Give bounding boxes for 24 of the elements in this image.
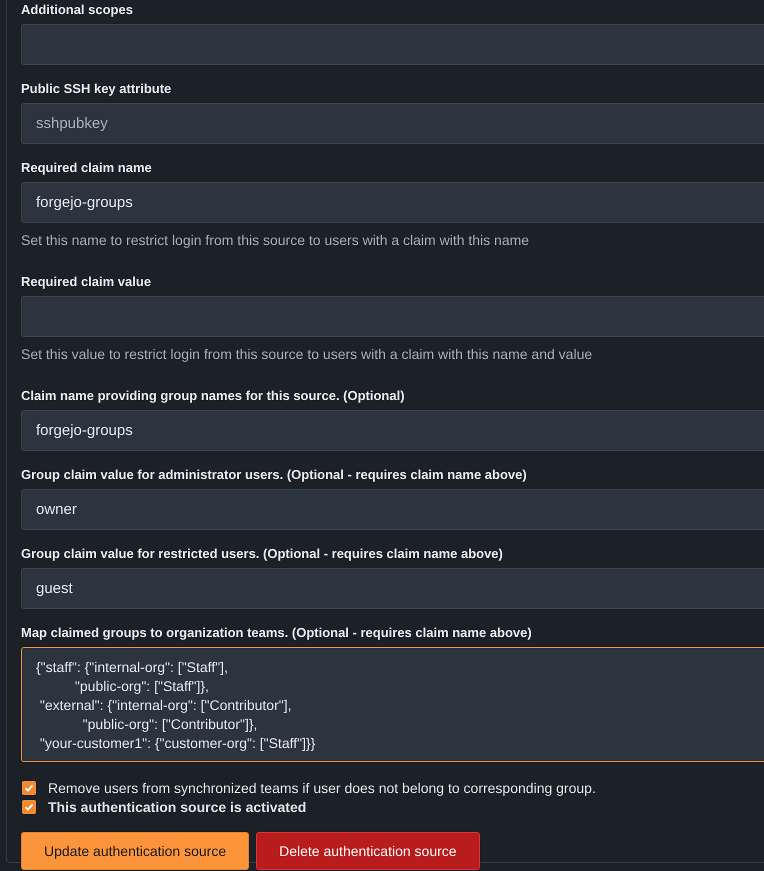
- checkbox[interactable]: [22, 800, 36, 814]
- field-label: Required claim name: [21, 160, 153, 176]
- delete-button[interactable]: Delete authentication source: [256, 832, 480, 870]
- field-label: Public SSH key attribute: [21, 81, 172, 97]
- text-input-field[interactable]: forgejo-groups: [21, 410, 764, 451]
- field-label: Required claim value: [21, 274, 152, 290]
- field-label: Group claim value for restricted users. (Optional - requires claim name above): [21, 546, 504, 562]
- text-input-field[interactable]: owner: [21, 489, 764, 530]
- checkbox-label: This authentication source is activated: [48, 798, 306, 814]
- text-input-field[interactable]: [21, 24, 764, 65]
- text-input-field[interactable]: forgejo-groups: [21, 182, 764, 223]
- field-help-text: Set this name to restrict login from this source to users with a claim with this name: [21, 232, 530, 248]
- update-button[interactable]: Update authentication source: [21, 832, 250, 870]
- text-input-field[interactable]: guest: [21, 568, 764, 609]
- checkbox-label: Remove users from synchronized teams if user does not belong to corresponding group.: [48, 780, 596, 796]
- field-label: Group claim value for administrator users. (Optional - requires claim name above): [21, 467, 528, 483]
- field-label: Claim name providing group names for this source. (Optional): [21, 388, 406, 404]
- field-label: Additional scopes: [21, 2, 134, 18]
- checkbox[interactable]: [22, 780, 36, 794]
- field-label: Map claimed groups to organization teams. (Optional - requires claim name above): [21, 625, 533, 641]
- text-input-field[interactable]: sshpubkey: [21, 103, 764, 144]
- mapping-textarea-field[interactable]: {"staff": {"internal-org": ["Staff"], "public-org": ["Staff"]}, "external": {"internal-org": ["Contributor"], "public-org": ["Contributor"]}, "your-customer1": {"customer-org": ["Staff"]}}: [21, 647, 764, 762]
- text-input-field[interactable]: [21, 296, 764, 337]
- field-help-text: Set this value to restrict login from this source to users with a claim with this name and value: [21, 346, 594, 362]
